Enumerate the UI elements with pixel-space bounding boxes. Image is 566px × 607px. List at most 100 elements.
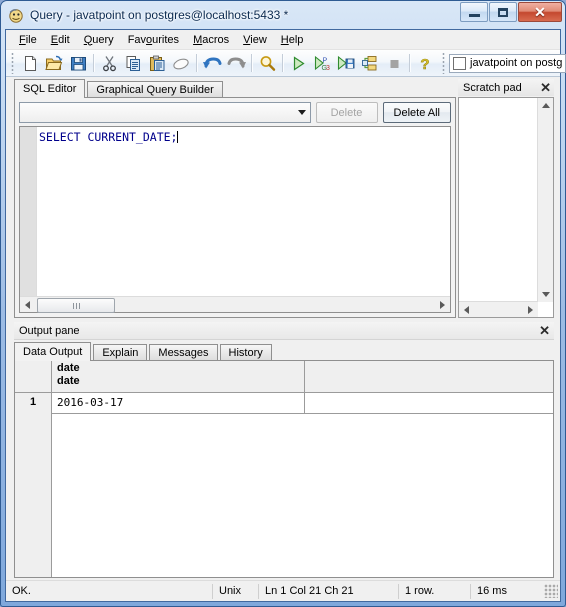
title-bar: Query - javatpoint on postgres@localhost… xyxy=(1,1,565,29)
sql-editor-panel: Delete Delete All SELECT CURRENT_DATE; xyxy=(14,97,456,318)
window-title: Query - javatpoint on postgres@localhost… xyxy=(30,8,289,22)
saved-query-combo[interactable] xyxy=(19,102,311,123)
scratch-pad-pane: Scratch pad ✕ xyxy=(458,79,554,318)
toolbar-separator xyxy=(251,54,252,72)
minimize-icon xyxy=(468,13,480,17)
toolbar-separator xyxy=(282,54,283,72)
scroll-left-arrow[interactable] xyxy=(20,297,35,312)
table-row[interactable]: 1 2016-03-17 xyxy=(15,393,553,414)
output-pane: Output pane ✕ Data Output Explain Messag… xyxy=(14,322,554,578)
help-icon[interactable]: ? xyxy=(413,52,437,75)
open-file-icon[interactable] xyxy=(42,52,66,75)
status-line-ending: Unix xyxy=(212,583,258,599)
menu-macros[interactable]: Macros xyxy=(186,32,236,48)
find-replace-icon[interactable] xyxy=(255,52,279,75)
menu-query[interactable]: Query xyxy=(77,32,121,48)
sql-text-area-wrapper: SELECT CURRENT_DATE; xyxy=(19,126,451,313)
output-pane-header: Output pane ✕ xyxy=(14,322,554,340)
output-pane-close-icon[interactable]: ✕ xyxy=(539,324,550,337)
toolbar-grip[interactable] xyxy=(9,52,16,74)
undo-icon[interactable] xyxy=(200,52,224,75)
scratch-pad-close-icon[interactable]: ✕ xyxy=(540,81,551,94)
editor-hscrollbar[interactable] xyxy=(20,296,450,313)
new-file-icon[interactable] xyxy=(18,52,42,75)
status-duration: 16 ms xyxy=(470,583,540,599)
tab-graphical-query-builder[interactable]: Graphical Query Builder xyxy=(87,81,223,98)
scratch-pad-input[interactable] xyxy=(459,98,538,302)
hscroll-track[interactable] xyxy=(35,297,435,313)
scroll-right-arrow[interactable] xyxy=(523,302,538,317)
caption-buttons: ✕ xyxy=(459,2,562,23)
column-name: date xyxy=(57,362,80,374)
output-pane-title: Output pane xyxy=(19,324,80,337)
database-checkbox[interactable] xyxy=(453,56,466,70)
scratch-hscrollbar[interactable] xyxy=(459,301,538,317)
delete-button[interactable]: Delete xyxy=(315,102,378,123)
status-rowcount: 1 row. xyxy=(398,583,470,599)
scroll-left-arrow[interactable] xyxy=(459,302,474,317)
sql-editor-pane: SQL Editor Graphical Query Builder Delet… xyxy=(14,79,456,318)
tab-explain[interactable]: Explain xyxy=(93,344,148,361)
execute-to-file-icon[interactable] xyxy=(334,52,358,75)
scroll-right-arrow[interactable] xyxy=(435,297,450,312)
minimize-button[interactable] xyxy=(460,2,488,22)
hscroll-track[interactable] xyxy=(474,302,523,317)
resize-grip[interactable] xyxy=(544,584,558,598)
maximize-button[interactable] xyxy=(489,2,517,22)
scratch-pad-title: Scratch pad xyxy=(463,81,522,94)
execute-query-icon[interactable] xyxy=(286,52,310,75)
column-type: date xyxy=(57,375,80,387)
tab-data-output[interactable]: Data Output xyxy=(14,342,92,361)
grid-header-filler xyxy=(305,361,553,392)
query-window-icon xyxy=(8,7,25,24)
menu-bar: File Edit Query Favourites Macros View H… xyxy=(6,30,560,50)
scratch-pad-header: Scratch pad ✕ xyxy=(458,79,554,96)
execute-pgscript-icon[interactable]: P G 3 xyxy=(310,52,334,75)
grid-corner-cell xyxy=(15,361,52,392)
scratch-pad-body xyxy=(458,97,554,318)
clear-window-icon[interactable] xyxy=(169,52,193,75)
text-caret xyxy=(177,131,179,143)
redo-icon[interactable] xyxy=(224,52,248,75)
output-tabstrip: Data Output Explain Messages History xyxy=(14,342,554,361)
cut-icon[interactable] xyxy=(97,52,121,75)
scroll-up-arrow[interactable] xyxy=(538,98,553,113)
workspace: SQL Editor Graphical Query Builder Delet… xyxy=(6,77,560,580)
database-selector[interactable]: javatpoint on postg xyxy=(449,53,566,73)
toolbar-separator xyxy=(196,54,197,72)
editor-tabstrip: SQL Editor Graphical Query Builder xyxy=(14,79,456,98)
svg-text:3: 3 xyxy=(326,65,330,72)
menu-view[interactable]: View xyxy=(236,32,274,48)
scratch-vscrollbar[interactable] xyxy=(537,98,553,302)
paste-icon[interactable] xyxy=(145,52,169,75)
svg-text:P: P xyxy=(323,57,328,64)
toolbar-right-group: javatpoint on postg xyxy=(437,50,566,76)
menu-help[interactable]: Help xyxy=(274,32,311,48)
hscroll-thumb[interactable] xyxy=(37,298,115,313)
database-selector-label: javatpoint on postg xyxy=(470,57,563,69)
explain-query-icon[interactable] xyxy=(358,52,382,75)
cancel-query-icon[interactable] xyxy=(382,52,406,75)
vscroll-track[interactable] xyxy=(538,113,553,287)
menu-favourites[interactable]: Favourites xyxy=(121,32,186,48)
menu-file[interactable]: File xyxy=(12,32,44,48)
close-button[interactable]: ✕ xyxy=(518,2,562,22)
scroll-down-arrow[interactable] xyxy=(538,287,553,302)
tab-messages[interactable]: Messages xyxy=(149,344,218,361)
query-favourites-row: Delete Delete All xyxy=(19,102,451,123)
copy-icon[interactable] xyxy=(121,52,145,75)
toolbar-grip-2[interactable] xyxy=(440,52,447,74)
tab-sql-editor[interactable]: SQL Editor xyxy=(14,79,86,98)
tab-history[interactable]: History xyxy=(219,344,272,361)
editor-gutter xyxy=(20,127,37,296)
toolbar-separator xyxy=(409,54,410,72)
delete-all-button[interactable]: Delete All xyxy=(382,102,451,123)
save-icon[interactable] xyxy=(66,52,90,75)
status-cursor-position: Ln 1 Col 21 Ch 21 xyxy=(258,583,398,599)
row-cell-date[interactable]: 2016-03-17 xyxy=(52,393,305,413)
query-window: Query - javatpoint on postgres@localhost… xyxy=(0,0,566,607)
grid-column-header-date[interactable]: date date xyxy=(52,361,305,392)
menu-edit[interactable]: Edit xyxy=(44,32,77,48)
sql-input[interactable]: SELECT CURRENT_DATE; xyxy=(37,127,450,296)
status-message: OK. xyxy=(12,584,31,597)
